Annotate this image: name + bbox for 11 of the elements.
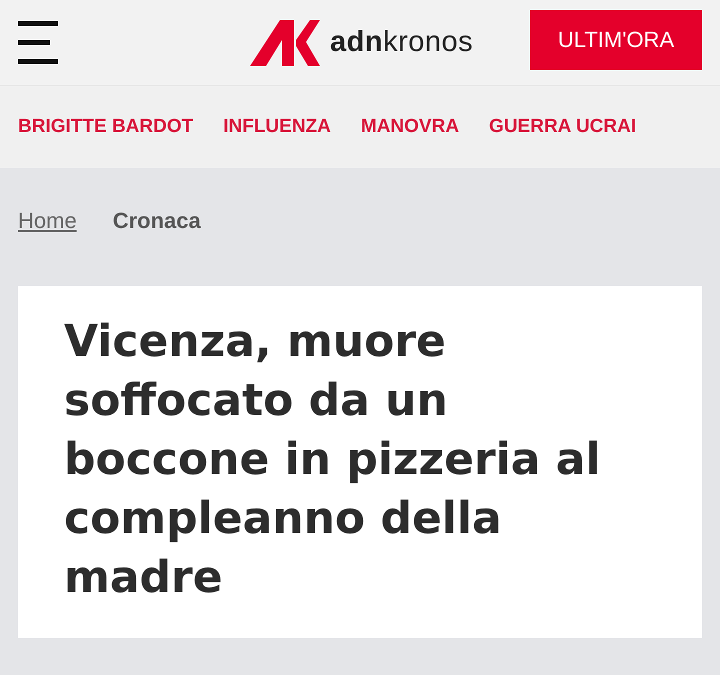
logo-icon <box>250 20 320 66</box>
nav-link[interactable]: GUERRA UCRAI <box>489 116 636 138</box>
breadcrumb-link[interactable]: Home <box>18 208 77 246</box>
logo-text[interactable]: adnkronos <box>330 26 474 59</box>
nav-link[interactable]: MANOVRA <box>360 116 460 138</box>
menu-icon[interactable] <box>18 20 58 64</box>
nav-link[interactable]: BRIGITTE BARDOT <box>18 116 194 138</box>
breadcrumb-link[interactable]: Cronaca <box>112 208 201 246</box>
ultimora-button[interactable]: ULTIM'ORA <box>530 10 702 70</box>
nav-link[interactable]: INFLUENZA <box>223 116 331 138</box>
article-title: Vicenza, muore soffocato da un boccone in pizzeria al compleanno della madre <box>64 315 602 605</box>
